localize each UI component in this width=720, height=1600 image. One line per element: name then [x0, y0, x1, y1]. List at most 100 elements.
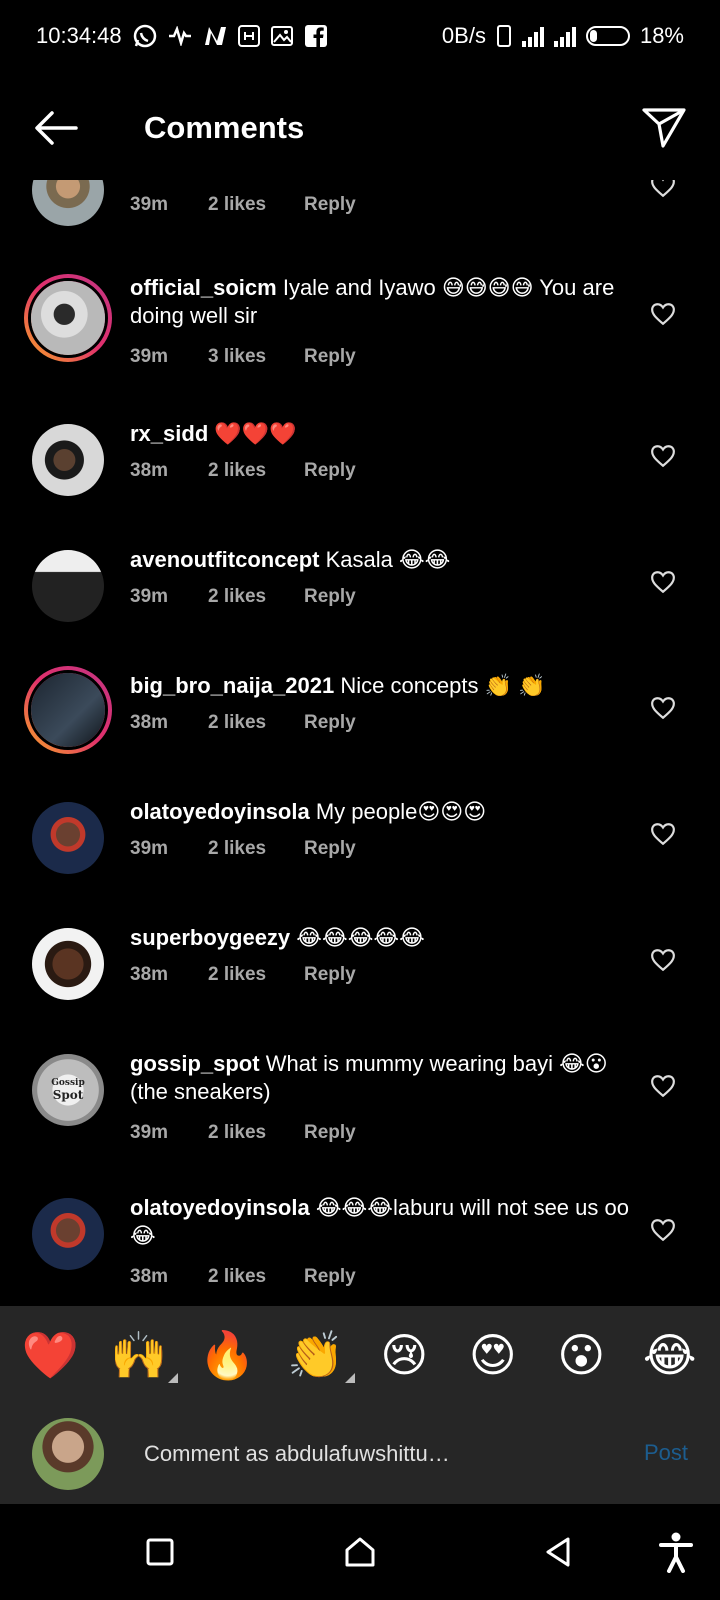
battery-icon [585, 26, 630, 46]
comment-text: superboygeezy 😂😂😂😂😂 [130, 924, 630, 952]
image-icon [270, 23, 294, 49]
comment-likes[interactable]: 2 likes [208, 460, 304, 482]
whatsapp-icon [132, 23, 158, 49]
reply-button[interactable]: Reply [304, 838, 356, 860]
signal-icon-2 [553, 25, 576, 47]
avatar[interactable] [32, 1198, 104, 1270]
comment-time: 39m [130, 838, 169, 859]
comment-likes[interactable]: 3 likes [208, 346, 304, 368]
net-speed: 0B/s [441, 23, 486, 48]
heart-icon[interactable] [650, 302, 676, 326]
comment-username[interactable]: big_bro_naija_2021 [130, 673, 334, 698]
comment-username[interactable]: gossip_spot [130, 1051, 260, 1076]
post-button[interactable]: Post [644, 1440, 688, 1466]
heart-icon[interactable] [650, 1218, 676, 1242]
comment-time: 39m [130, 346, 169, 367]
comment-username[interactable]: olatoyedoyinsola [130, 799, 310, 824]
home-icon[interactable] [338, 1530, 382, 1574]
reply-button[interactable]: Reply [304, 964, 356, 986]
comment-meta: 38m 2 likes Reply [130, 964, 356, 986]
comment-content: My people😍😍😍 [309, 799, 487, 824]
heart-icon[interactable] [650, 570, 676, 594]
comment-composer: Post [0, 1404, 720, 1504]
n-app-icon [202, 23, 228, 49]
reaction-raised-hands[interactable]: 🙌 [104, 1328, 178, 1383]
comment-likes[interactable]: 2 likes [208, 1122, 304, 1144]
heart-icon[interactable] [650, 696, 676, 720]
recent-apps-icon[interactable] [138, 1530, 182, 1574]
heart-icon[interactable] [650, 180, 676, 198]
status-bar: 10:34:48 0B/s 18% [0, 0, 720, 72]
comment-username[interactable]: superboygeezy [130, 925, 290, 950]
reaction-surprised[interactable]: 😮 [546, 1328, 616, 1382]
comment-text: olatoyedoyinsola 😂😂😂laburu will not see … [130, 1194, 630, 1250]
comment-text: olatoyedoyinsola My people😍😍😍 [130, 798, 630, 826]
audio-icon [168, 23, 192, 49]
reaction-heart[interactable]: ❤️ [15, 1328, 85, 1383]
reply-button[interactable]: Reply [304, 712, 356, 734]
comment-username[interactable]: olatoyedoyinsola [130, 1195, 310, 1220]
comment-list[interactable]: 39m 2 likes Reply official_soicm Iyale a… [0, 180, 720, 1306]
chat-icon [237, 25, 260, 47]
heart-icon[interactable] [650, 948, 676, 972]
reaction-fire[interactable]: 🔥 [192, 1328, 262, 1383]
gossip-spot-logo-text-1: Gossip [51, 1078, 85, 1088]
avatar[interactable]: Gossip Spot [32, 1054, 104, 1126]
reply-button[interactable]: Reply [304, 346, 356, 368]
comment-text: gossip_spot What is mummy wearing bayi 😂… [130, 1050, 630, 1106]
comment-text: avenoutfitconcept Kasala 😂😂 [130, 546, 630, 574]
avatar[interactable] [24, 666, 112, 754]
avatar[interactable] [32, 802, 104, 874]
battery-level: 18% [639, 23, 684, 48]
heart-icon[interactable] [650, 822, 676, 846]
comment-likes[interactable]: 2 likes [208, 964, 304, 986]
comment-meta: 39m 2 likes Reply [130, 838, 356, 860]
avatar[interactable] [32, 550, 104, 622]
reaction-heart-eyes[interactable]: 😍 [458, 1328, 528, 1382]
comment-username[interactable]: avenoutfitconcept [130, 547, 319, 572]
comment-meta: 38m 2 likes Reply [130, 460, 356, 482]
comment-input[interactable] [144, 1434, 604, 1474]
skin-tone-indicator-icon [167, 1372, 178, 1383]
avatar[interactable] [24, 274, 112, 362]
comment-content: ❤️❤️❤️ [208, 421, 297, 446]
reply-button[interactable]: Reply [304, 586, 356, 608]
accessibility-icon[interactable] [654, 1530, 698, 1574]
heart-icon[interactable] [650, 444, 676, 468]
comment-time: 38m [130, 460, 169, 481]
comment-likes[interactable]: 2 likes [208, 586, 304, 608]
comment-meta: 39m 2 likes Reply [130, 586, 356, 608]
reply-button[interactable]: Reply [304, 1122, 356, 1144]
reply-button[interactable]: Reply [304, 194, 356, 216]
back-arrow-icon[interactable] [28, 100, 84, 156]
reaction-laughing[interactable]: 😂 [635, 1328, 705, 1382]
comment-time: 39m [130, 1122, 169, 1143]
comment-time: 39m [130, 194, 169, 215]
comment-meta: 39m 2 likes Reply [130, 1122, 356, 1144]
reaction-clap[interactable]: 👏 [281, 1328, 355, 1383]
header: Comments [0, 72, 720, 188]
send-icon[interactable] [636, 100, 692, 156]
reply-button[interactable]: Reply [304, 1266, 356, 1288]
phone-icon [496, 23, 512, 49]
comment-likes[interactable]: 2 likes [208, 194, 304, 216]
comment-meta: 38m 2 likes Reply [130, 1266, 356, 1288]
comment-content: Nice concepts 👏 👏 [334, 673, 546, 698]
facebook-icon [304, 23, 328, 49]
comment-username[interactable]: rx_sidd [130, 421, 208, 446]
quick-reaction-bar: ❤️ 🙌 🔥 👏 😢 😍 😮 😂 [0, 1306, 720, 1404]
comment-likes[interactable]: 2 likes [208, 838, 304, 860]
comment-likes[interactable]: 2 likes [208, 1266, 304, 1288]
comment-likes[interactable]: 2 likes [208, 712, 304, 734]
nav-back-icon[interactable] [536, 1530, 580, 1574]
avatar[interactable] [32, 180, 104, 226]
page-title: Comments [144, 110, 305, 145]
reaction-cry[interactable]: 😢 [369, 1328, 439, 1382]
avatar[interactable] [32, 424, 104, 496]
heart-icon[interactable] [650, 1074, 676, 1098]
avatar[interactable] [32, 928, 104, 1000]
reply-button[interactable]: Reply [304, 460, 356, 482]
comment-time: 39m [130, 586, 169, 607]
comment-username[interactable]: official_soicm [130, 275, 277, 300]
signal-icon-1 [521, 25, 544, 47]
